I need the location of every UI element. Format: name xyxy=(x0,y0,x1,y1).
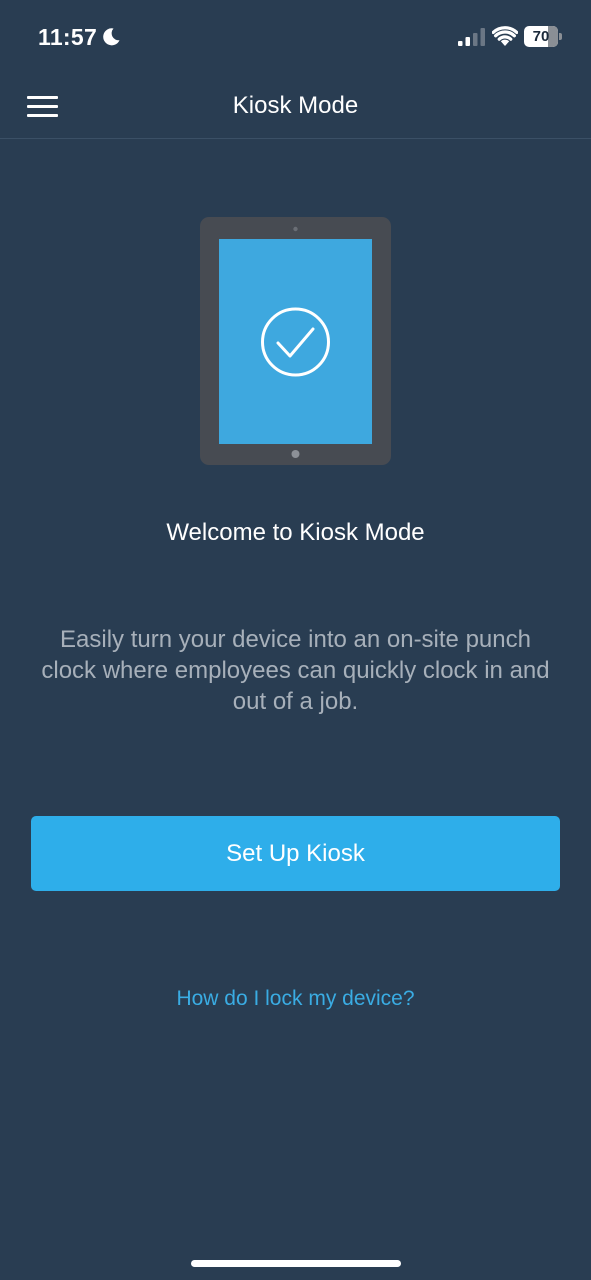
status-bar: 11:57 70 xyxy=(0,0,591,76)
home-indicator xyxy=(191,1260,401,1267)
wifi-icon xyxy=(492,26,518,46)
moon-icon xyxy=(103,28,120,46)
tablet-screen xyxy=(219,239,372,444)
cellular-signal-icon xyxy=(458,28,485,46)
welcome-title: Welcome to Kiosk Mode xyxy=(166,519,425,546)
page-title: Kiosk Mode xyxy=(232,92,359,119)
nav-bar: Kiosk Mode xyxy=(0,76,591,139)
description-text: Easily turn your device into an on-site … xyxy=(41,626,550,715)
battery-level: 70 xyxy=(532,28,550,45)
set-up-kiosk-button[interactable]: Set Up Kiosk xyxy=(31,816,560,891)
battery-icon: 70 xyxy=(524,26,562,47)
lock-device-help-link[interactable]: How do I lock my device? xyxy=(0,987,591,1011)
tablet-checkmark-illustration xyxy=(200,217,391,465)
tablet-camera xyxy=(293,226,298,232)
tablet-home-button xyxy=(291,450,300,458)
status-time: 11:57 xyxy=(38,24,98,50)
